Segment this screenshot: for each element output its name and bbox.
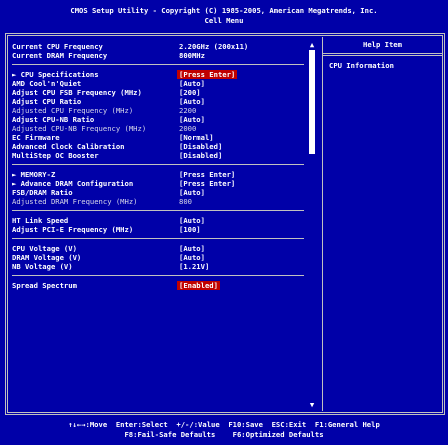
setting-cpu-ratio[interactable]: Adjust CPU Ratio [Auto] [12, 97, 302, 106]
setting-ec-firmware[interactable]: EC Firmware [Normal] [12, 133, 302, 142]
setting-spread-spectrum[interactable]: Spread Spectrum [Enabled] [12, 281, 302, 290]
info-label: Current DRAM Frequency [12, 51, 108, 60]
setting-oc-booster[interactable]: MultiStep OC Booster [Disabled] [12, 151, 302, 160]
setting-value[interactable]: [Auto] [179, 188, 205, 197]
setting-value[interactable]: [Auto] [179, 216, 205, 225]
setting-label: EC Firmware [12, 133, 60, 142]
setting-label: Adjusted DRAM Frequency (MHz) [12, 197, 138, 206]
setting-label: Spread Spectrum [12, 281, 77, 290]
scroll-thumb[interactable] [309, 50, 315, 154]
info-value: 800MHz [179, 51, 205, 60]
key-help-line2: F8:Fail-Safe Defaults F6:Optimized Defau… [124, 430, 324, 439]
setting-value[interactable]: [100] [179, 225, 201, 234]
key-help-footer: ↑↓←→:Move Enter:Select +/-/:Value F10:Sa… [0, 416, 448, 445]
setting-label: DRAM Voltage (V) [12, 253, 82, 262]
setting-value[interactable]: [Auto] [179, 244, 205, 253]
settings-panel: Current CPU Frequency 2.20GHz (200x11) C… [5, 33, 445, 415]
readout-dram-frequency: Adjusted DRAM Frequency (MHz) 800 [12, 197, 302, 206]
info-row-dram-frequency: Current DRAM Frequency 800MHz [12, 51, 302, 60]
setting-nb-voltage[interactable]: NB Voltage (V) [1.21V] [12, 262, 302, 271]
settings-list: Current CPU Frequency 2.20GHz (200x11) C… [9, 37, 304, 411]
bios-title: CMOS Setup Utility - Copyright (C) 1985-… [70, 6, 378, 15]
readout-cpu-frequency: Adjusted CPU Frequency (MHz) 2200 [12, 106, 302, 115]
divider [12, 64, 304, 65]
title-bar: CMOS Setup Utility - Copyright (C) 1985-… [0, 0, 448, 28]
setting-label: Adjust CPU-NB Ratio [12, 115, 95, 124]
setting-label: ► Advance DRAM Configuration [12, 179, 134, 188]
setting-fsb-dram-ratio[interactable]: FSB/DRAM Ratio [Auto] [12, 188, 302, 197]
help-title: Help Item [363, 40, 402, 49]
help-text: CPU Information [329, 61, 394, 70]
setting-label: AMD Cool'n'Quiet [12, 79, 82, 88]
scroll-down-arrow-icon[interactable]: ▼ [307, 400, 317, 409]
setting-value[interactable]: [Auto] [179, 97, 205, 106]
setting-label: ► CPU Specifications [12, 70, 99, 79]
setting-cpu-voltage[interactable]: CPU Voltage (V) [Auto] [12, 244, 302, 253]
setting-value[interactable]: [Auto] [179, 79, 205, 88]
setting-value: 2000 [179, 124, 197, 133]
divider [12, 275, 304, 276]
scrollbar[interactable]: ▲ ▼ [304, 37, 320, 411]
setting-value[interactable]: [1.21V] [179, 262, 209, 271]
setting-label: FSB/DRAM Ratio [12, 188, 73, 197]
setting-label: Advanced Clock Calibration [12, 142, 125, 151]
scroll-up-arrow-icon[interactable]: ▲ [307, 40, 317, 49]
setting-value[interactable]: [Press Enter] [179, 179, 235, 188]
divider [12, 238, 304, 239]
setting-label: HT Link Speed [12, 216, 69, 225]
setting-cpu-nb-ratio[interactable]: Adjust CPU-NB Ratio [Auto] [12, 115, 302, 124]
setting-value[interactable]: [Auto] [179, 115, 205, 124]
setting-value: 800 [179, 197, 192, 206]
setting-label: CPU Voltage (V) [12, 244, 77, 253]
setting-label: MultiStep OC Booster [12, 151, 99, 160]
setting-fsb-frequency[interactable]: Adjust CPU FSB Frequency (MHz) [200] [12, 88, 302, 97]
help-pane: Help Item CPU Information [322, 37, 442, 411]
setting-value: 2200 [179, 106, 197, 115]
setting-label: NB Voltage (V) [12, 262, 73, 271]
setting-value[interactable]: [Press Enter] [177, 70, 238, 79]
setting-advance-dram[interactable]: ► Advance DRAM Configuration [Press Ente… [12, 179, 302, 188]
setting-memory-z[interactable]: ► MEMORY-Z [Press Enter] [12, 170, 302, 179]
setting-dram-voltage[interactable]: DRAM Voltage (V) [Auto] [12, 253, 302, 262]
info-value: 2.20GHz (200x11) [179, 42, 249, 51]
setting-cpu-specifications[interactable]: ► CPU Specifications [Press Enter] [12, 70, 302, 79]
info-label: Current CPU Frequency [12, 42, 103, 51]
divider [323, 55, 442, 56]
divider [12, 210, 304, 211]
scroll-track[interactable] [309, 50, 315, 402]
readout-cpu-nb-frequency: Adjusted CPU-NB Frequency (MHz) 2000 [12, 124, 302, 133]
setting-pcie-frequency[interactable]: Adjust PCI-E Frequency (MHz) [100] [12, 225, 302, 234]
setting-label: ► MEMORY-Z [12, 170, 56, 179]
setting-value[interactable]: [Auto] [179, 253, 205, 262]
setting-label: Adjusted CPU-NB Frequency (MHz) [12, 124, 147, 133]
setting-label: Adjust PCI-E Frequency (MHz) [12, 225, 134, 234]
setting-value[interactable]: [Press Enter] [179, 170, 235, 179]
menu-title: Cell Menu [204, 16, 244, 25]
divider [12, 164, 304, 165]
setting-label: Adjusted CPU Frequency (MHz) [12, 106, 134, 115]
setting-label: Adjust CPU FSB Frequency (MHz) [12, 88, 142, 97]
key-help-line1: ↑↓←→:Move Enter:Select +/-/:Value F10:Sa… [68, 420, 380, 429]
setting-value[interactable]: [Normal] [179, 133, 214, 142]
setting-value[interactable]: [Enabled] [177, 281, 220, 290]
setting-value[interactable]: [200] [179, 88, 201, 97]
divider [323, 53, 442, 54]
info-row-cpu-frequency: Current CPU Frequency 2.20GHz (200x11) [12, 42, 302, 51]
setting-value[interactable]: [Disabled] [179, 142, 222, 151]
setting-cool-n-quiet[interactable]: AMD Cool'n'Quiet [Auto] [12, 79, 302, 88]
setting-label: Adjust CPU Ratio [12, 97, 82, 106]
setting-value[interactable]: [Disabled] [179, 151, 222, 160]
setting-clock-calibration[interactable]: Advanced Clock Calibration [Disabled] [12, 142, 302, 151]
setting-ht-link-speed[interactable]: HT Link Speed [Auto] [12, 216, 302, 225]
